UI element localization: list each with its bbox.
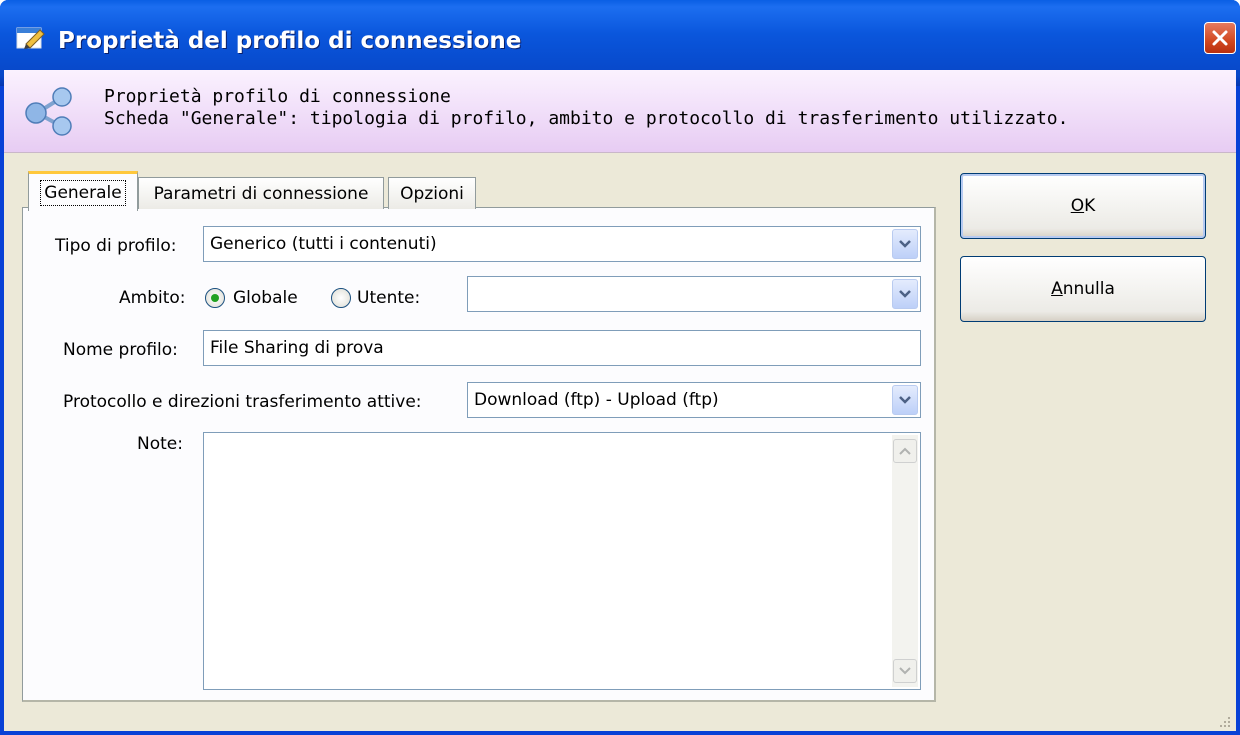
tab-parametri-di-connessione[interactable]: Parametri di connessione (138, 177, 384, 209)
chevron-up-icon (899, 447, 911, 455)
chevron-down-icon (899, 290, 911, 298)
protocollo-label: Protocollo e direzioni trasferimento att… (63, 392, 422, 412)
tipo-profilo-dropdown-button[interactable] (892, 229, 918, 259)
nome-profilo-label: Nome profilo: (63, 340, 178, 360)
resize-grip-icon[interactable] (1216, 713, 1232, 729)
globale-radio[interactable] (205, 288, 225, 308)
chevron-down-icon (899, 240, 911, 248)
note-scrollbar[interactable] (892, 435, 918, 687)
ok-button[interactable]: OK (960, 173, 1206, 239)
window-title: Proprietà del profilo di connessione (58, 28, 522, 54)
dialog-window: Proprietà del profilo di connessione Pro… (0, 0, 1240, 735)
tab-panel-generale: Tipo di profilo: Generico (tutti i conte… (22, 207, 936, 702)
close-icon (1212, 30, 1228, 46)
globale-label[interactable]: Globale (233, 288, 298, 308)
header-title: Proprietà profilo di connessione (104, 86, 451, 107)
ambito-label: Ambito: (119, 288, 186, 308)
tab-opzioni[interactable]: Opzioni (388, 177, 476, 209)
chevron-down-icon (899, 396, 911, 404)
note-textarea[interactable] (203, 432, 921, 690)
cancel-button-mnemonic: A (1051, 279, 1063, 299)
scroll-up-button[interactable] (893, 439, 917, 463)
protocollo-select[interactable]: Download (ftp) - Upload (ftp) (467, 382, 921, 418)
protocollo-dropdown-button[interactable] (892, 385, 918, 415)
tab-generale[interactable]: Generale (28, 171, 138, 211)
nome-profilo-input[interactable]: File Sharing di prova (203, 330, 921, 366)
utente-radio[interactable] (331, 288, 351, 308)
note-label: Note: (137, 434, 183, 454)
ok-button-label: K (1084, 196, 1096, 216)
cancel-button[interactable]: Annulla (960, 256, 1206, 322)
tipo-profilo-label: Tipo di profilo: (55, 236, 177, 256)
close-button[interactable] (1204, 22, 1236, 54)
protocollo-value: Download (ftp) - Upload (ftp) (474, 390, 719, 410)
utente-select[interactable] (467, 276, 921, 312)
cancel-button-label: nnulla (1062, 279, 1115, 299)
edit-window-icon (16, 27, 45, 49)
scroll-down-button[interactable] (893, 659, 917, 683)
header-banner: Proprietà profilo di connessione Scheda … (4, 70, 1236, 153)
share-icon (25, 87, 72, 136)
utente-label[interactable]: Utente: (357, 288, 420, 308)
tab-generale-label: Generale (40, 179, 126, 206)
utente-dropdown-button[interactable] (892, 279, 918, 309)
header-description: Scheda "Generale": tipologia di profilo,… (104, 108, 1069, 129)
chevron-down-icon (899, 667, 911, 675)
radio-selected-dot (211, 294, 219, 302)
nome-profilo-value: File Sharing di prova (210, 338, 384, 358)
tipo-profilo-select[interactable]: Generico (tutti i contenuti) (203, 226, 921, 262)
tipo-profilo-value: Generico (tutti i contenuti) (210, 234, 437, 254)
ok-button-mnemonic: O (1070, 196, 1085, 216)
